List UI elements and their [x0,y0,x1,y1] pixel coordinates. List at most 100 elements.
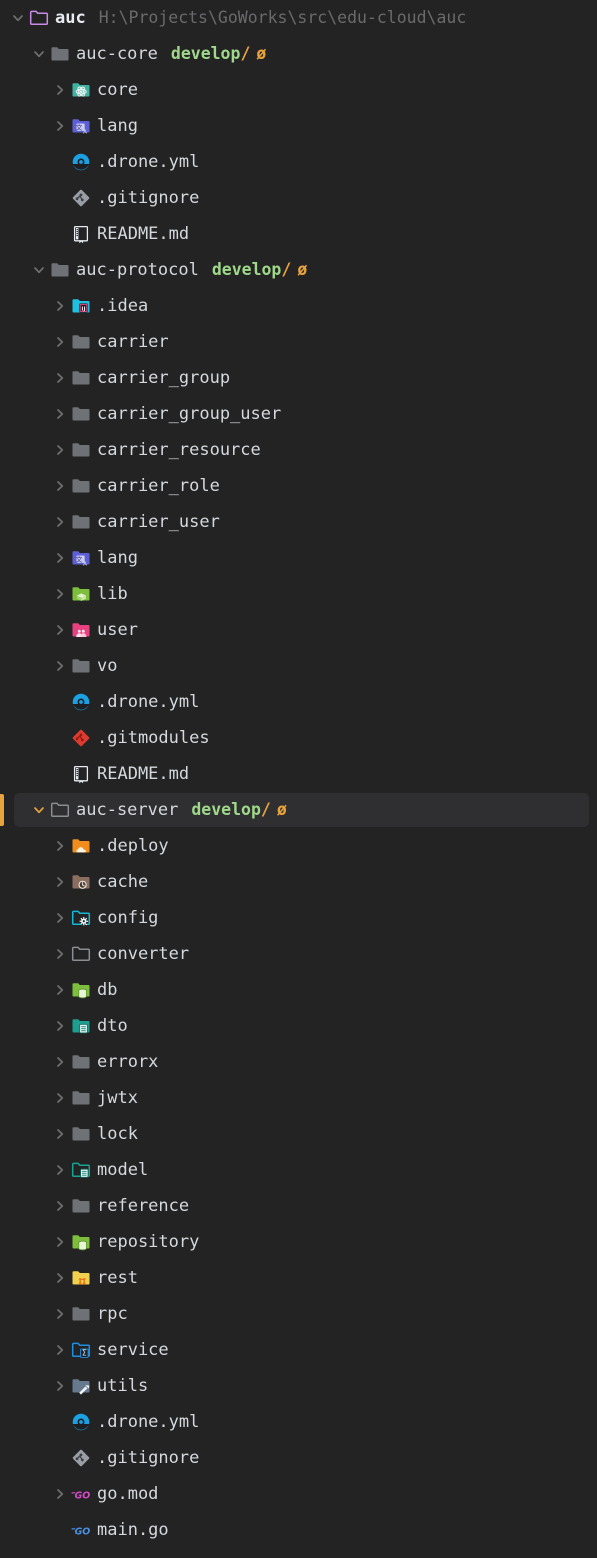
chevron-right-icon[interactable] [50,432,70,468]
chevron-down-icon[interactable] [29,252,49,288]
tree-row[interactable]: auc-core develop/ ø [0,36,597,72]
tree-row[interactable]: .drone.yml [0,144,597,180]
chevron-right-icon[interactable] [50,972,70,1008]
chevron-right-icon[interactable] [50,1260,70,1296]
tree-row[interactable]: auc-protocol develop/ ø [0,252,597,288]
branch-name: develop [170,44,241,63]
chevron-down-icon[interactable] [29,792,49,828]
tree-row-label: auc-core [76,44,158,64]
tree-row-label: vo [97,656,118,676]
tree-row[interactable]: .gitmodules [0,720,597,756]
tree-row[interactable]: lock [0,1116,597,1152]
chevron-down-icon[interactable] [8,0,28,36]
chevron-right-icon[interactable] [50,828,70,864]
tree-row[interactable]: core [0,72,597,108]
tree-row[interactable]: carrier_group [0,360,597,396]
no-toggle-spacer [50,1404,70,1440]
tree-row-label: carrier_user [97,512,220,532]
chevron-right-icon[interactable] [50,1116,70,1152]
tree-row[interactable]: repository [0,1224,597,1260]
tree-row[interactable]: user [0,612,597,648]
chevron-right-icon[interactable] [50,1476,70,1512]
tree-row[interactable]: Σservice [0,1332,597,1368]
tree-row[interactable]: config [0,900,597,936]
chevron-right-icon[interactable] [50,540,70,576]
git-branch-label: develop/ ø [171,36,266,72]
chevron-right-icon[interactable] [50,360,70,396]
chevron-right-icon[interactable] [50,612,70,648]
chevron-right-icon[interactable] [50,504,70,540]
tree-row[interactable]: .deploy [0,828,597,864]
tree-row[interactable]: auc H:\Projects\GoWorks\src\edu-cloud\auc [0,0,597,36]
tree-row[interactable]: carrier_role [0,468,597,504]
tree-row-label: errorx [97,1052,159,1072]
tree-row[interactable]: .drone.yml [0,1404,597,1440]
tree-row-label: config [97,908,159,928]
chevron-right-icon[interactable] [50,936,70,972]
tree-row[interactable]: 文 Alang [0,540,597,576]
tree-row[interactable]: carrier_user [0,504,597,540]
tree-row[interactable]: carrier [0,324,597,360]
chevron-right-icon[interactable] [50,900,70,936]
tree-row[interactable]: carrier_group_user [0,396,597,432]
chevron-down-icon[interactable] [29,36,49,72]
drone-yml-icon [70,1404,92,1440]
tree-row[interactable]: jwtx [0,1080,597,1116]
tree-row[interactable]: 文 Alang [0,108,597,144]
chevron-right-icon[interactable] [50,1296,70,1332]
chevron-right-icon[interactable] [50,1188,70,1224]
tree-row[interactable]: auc-server develop/ ø [0,792,597,828]
chevron-right-icon[interactable] [50,864,70,900]
tree-row[interactable]: README.md [0,756,597,792]
tree-row[interactable]: .gitignore [0,1440,597,1476]
chevron-right-icon[interactable] [50,324,70,360]
tree-row[interactable]: GO go.mod [0,1476,597,1512]
folder-cyan-gear-icon [70,900,92,936]
svg-text:A: A [83,561,87,567]
chevron-right-icon[interactable] [50,1224,70,1260]
chevron-right-icon[interactable] [50,1080,70,1116]
project-path-label: H:\Projects\GoWorks\src\edu-cloud\auc [98,8,467,27]
tree-row[interactable]: utils [0,1368,597,1404]
tree-row[interactable]: .gitignore [0,180,597,216]
branch-dirty-marker: ø [276,800,287,819]
tree-row[interactable]: lib [0,576,597,612]
folder-gray-icon [70,1188,92,1224]
chevron-right-icon[interactable] [50,108,70,144]
tree-row[interactable]: rpc [0,1296,597,1332]
chevron-right-icon[interactable] [50,72,70,108]
chevron-right-icon[interactable] [50,576,70,612]
tree-row[interactable]: IJ .idea [0,288,597,324]
folder-gray-icon [70,1080,92,1116]
tree-row[interactable]: .drone.yml [0,684,597,720]
go-mod-magenta-icon: GO [70,1476,92,1512]
tree-row[interactable]: vo [0,648,597,684]
tree-row[interactable]: cache [0,864,597,900]
tree-row-label: lib [97,584,128,604]
tree-row[interactable]: README.md [0,216,597,252]
tree-row[interactable]: converter [0,936,597,972]
chevron-right-icon[interactable] [50,396,70,432]
tree-row[interactable]: rest [0,1260,597,1296]
tree-row[interactable]: db [0,972,597,1008]
chevron-right-icon[interactable] [50,1044,70,1080]
tree-row-label: cache [97,872,149,892]
folder-gray-icon [70,432,92,468]
chevron-right-icon[interactable] [50,288,70,324]
tree-row[interactable]: model [0,1152,597,1188]
drone-yml-icon [70,144,92,180]
tree-row-label: go.mod [97,1484,159,1504]
chevron-right-icon[interactable] [50,1152,70,1188]
svg-text:Σ: Σ [82,1349,87,1358]
chevron-right-icon[interactable] [50,1368,70,1404]
tree-row[interactable]: carrier_resource [0,432,597,468]
chevron-right-icon[interactable] [50,468,70,504]
tree-row[interactable]: errorx [0,1044,597,1080]
chevron-right-icon[interactable] [50,648,70,684]
chevron-right-icon[interactable] [50,1008,70,1044]
tree-row[interactable]: reference [0,1188,597,1224]
chevron-right-icon[interactable] [50,1332,70,1368]
tree-row[interactable]: GO main.go [0,1512,597,1548]
tree-row[interactable]: dto [0,1008,597,1044]
project-file-tree[interactable]: auc H:\Projects\GoWorks\src\edu-cloud\auc… [0,0,597,1558]
